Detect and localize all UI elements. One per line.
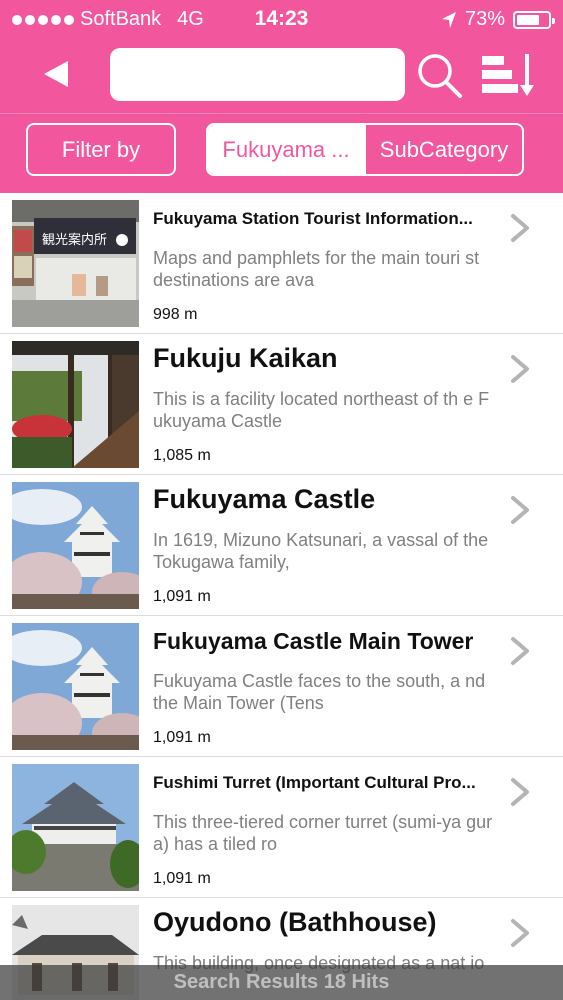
item-distance: 1,091 m — [153, 588, 211, 605]
chevron-right-icon — [511, 214, 529, 242]
chevron-right-icon — [511, 778, 529, 806]
item-distance: 1,085 m — [153, 447, 211, 464]
back-arrow-icon — [44, 61, 68, 87]
list-item[interactable]: Fukuyama Castle Main Tower Fukuyama Cast… — [0, 616, 563, 757]
category-segmented-control: Fukuyama ... SubCategory — [206, 123, 524, 176]
subcategory-segment[interactable]: SubCategory — [364, 125, 522, 174]
chevron-right-icon — [511, 637, 529, 665]
search-icon — [418, 54, 462, 98]
battery-percent: 73% — [464, 8, 505, 30]
item-thumbnail: 観光案内所 — [12, 200, 139, 327]
chevron-right-icon — [511, 496, 529, 524]
item-thumbnail — [12, 482, 139, 609]
status-right: 73% — [441, 8, 555, 31]
sort-button[interactable] — [480, 52, 536, 100]
item-title: Fukuyama Station Tourist Information... — [153, 209, 473, 228]
item-description: This is a facility located northeast of … — [153, 389, 490, 431]
nav-bar — [0, 38, 563, 112]
app-header: SoftBank 4G 14:23 73% Filter by Fukuyama… — [0, 0, 563, 193]
item-title: Fushimi Turret (Important Cultural Pro..… — [153, 773, 476, 792]
item-description: In 1619, Mizuno Katsunari, a vassal of t… — [153, 530, 489, 572]
area-segment[interactable]: Fukuyama ... — [208, 125, 364, 174]
chevron-right-icon — [511, 919, 529, 947]
item-title: Fukuyama Castle Main Tower — [153, 628, 474, 654]
chevron-right-icon — [511, 355, 529, 383]
item-distance: 1,091 m — [153, 870, 211, 887]
location-arrow-icon — [441, 11, 456, 28]
filter-by-button[interactable]: Filter by — [26, 123, 176, 176]
battery-level — [517, 14, 539, 25]
item-thumbnail — [12, 623, 139, 750]
item-title: Fukuju Kaikan — [153, 343, 338, 373]
results-list: 観光案内所 Fukuyama Station Tourist Informati… — [0, 193, 563, 1000]
item-distance: 1,091 m — [153, 729, 211, 746]
item-description: This three-tiered corner turret (sumi-ya… — [153, 812, 493, 854]
item-title: Fukuyama Castle — [153, 484, 376, 514]
search-results-count: Search Results 18 Hits — [0, 965, 563, 1000]
item-description: Fukuyama Castle faces to the south, a nd… — [153, 671, 486, 713]
item-thumbnail — [12, 764, 139, 891]
back-button[interactable] — [38, 56, 74, 92]
item-distance: 998 m — [153, 306, 198, 323]
list-item[interactable]: Fukuyama Castle In 1619, Mizuno Katsunar… — [0, 475, 563, 616]
list-item[interactable]: Fukuju Kaikan This is a facility located… — [0, 334, 563, 475]
filter-row: Filter by Fukuyama ... SubCategory — [0, 113, 563, 193]
list-item[interactable]: Fushimi Turret (Important Cultural Pro..… — [0, 757, 563, 898]
status-bar: SoftBank 4G 14:23 73% — [0, 0, 563, 38]
item-thumbnail — [12, 341, 139, 468]
search-button[interactable] — [416, 52, 464, 100]
search-input[interactable] — [110, 48, 405, 101]
battery-icon — [513, 10, 555, 29]
item-title: Oyudono (Bathhouse) — [153, 907, 437, 937]
sort-icon — [482, 54, 534, 96]
item-description: Maps and pamphlets for the main touri st… — [153, 248, 480, 290]
list-item[interactable]: 観光案内所 Fukuyama Station Tourist Informati… — [0, 193, 563, 334]
info-sign-text: 観光案内所 — [42, 232, 107, 248]
